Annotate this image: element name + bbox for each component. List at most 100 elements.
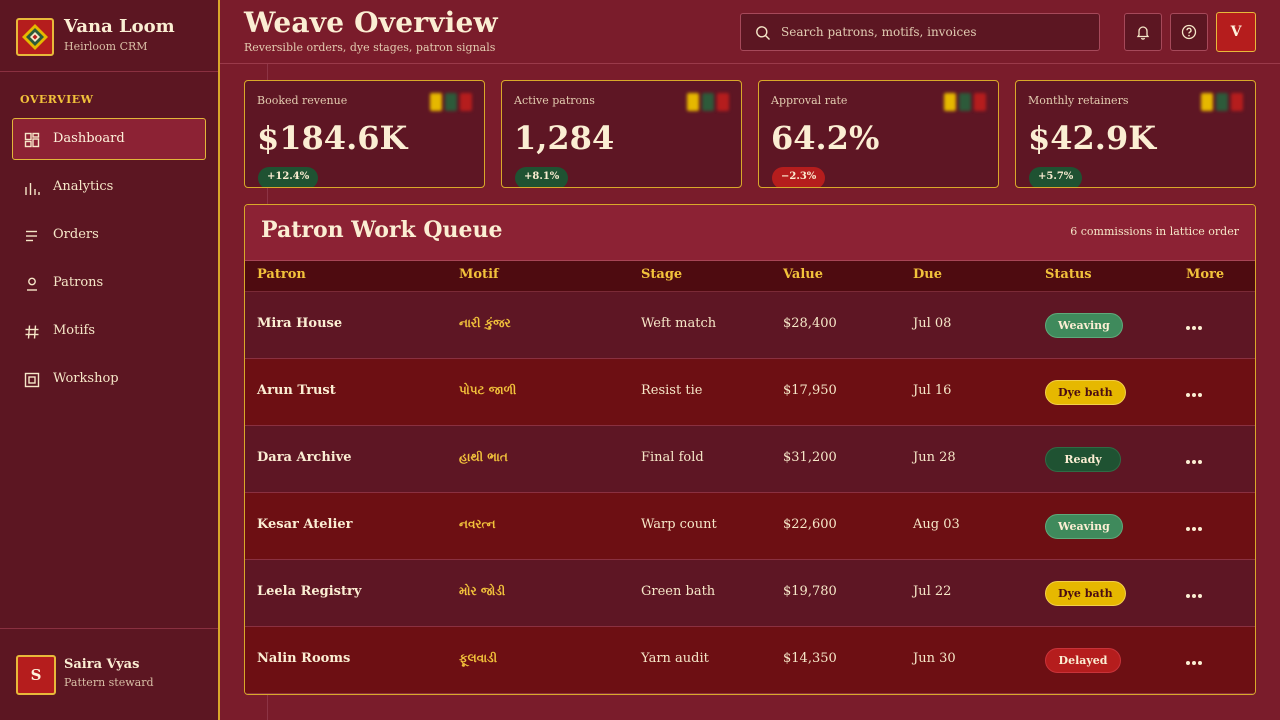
- cell-stage: Final fold: [641, 450, 704, 465]
- column-header-status[interactable]: Status: [1045, 267, 1092, 282]
- frame-icon: [24, 372, 40, 388]
- cell-due: Jun 30: [913, 651, 956, 666]
- kpi-label: Booked revenue: [257, 94, 348, 107]
- cell-value: $19,780: [783, 584, 837, 599]
- table-row[interactable]: Leela Registry મોર જોડી Green bath $19,780 J…: [245, 560, 1255, 627]
- cell-stage: Green bath: [641, 584, 716, 599]
- more-options-button[interactable]: [1183, 585, 1205, 605]
- cell-value: $28,400: [783, 316, 837, 331]
- user-icon: [27, 277, 37, 291]
- cell-stage: Resist tie: [641, 383, 703, 398]
- user-role: Pattern steward: [64, 676, 154, 689]
- search-input[interactable]: [781, 14, 1091, 50]
- kpi-value: $184.6K: [257, 119, 408, 157]
- table-row[interactable]: Nalin Rooms ફૂલવાડી Yarn audit $14,350 Jun 3…: [245, 627, 1255, 694]
- kpi-card[interactable]: Approval rate 64.2% −2.3%: [758, 80, 999, 188]
- brand[interactable]: Vana Loom Heirloom CRM: [16, 16, 206, 60]
- help-icon: [1181, 24, 1197, 40]
- cell-due: Jul 16: [913, 383, 952, 398]
- cell-patron[interactable]: Mira House: [257, 316, 342, 331]
- brand-subtitle: Heirloom CRM: [64, 40, 148, 53]
- dye-swatch-icon: [687, 93, 729, 111]
- cell-value: $22,600: [783, 517, 837, 532]
- user-profile[interactable]: S Saira Vyas Pattern steward: [16, 655, 206, 695]
- dye-swatch-icon: [1201, 93, 1243, 111]
- profile-button[interactable]: V: [1216, 12, 1256, 52]
- page-title: Weave Overview: [244, 6, 498, 39]
- search-box: [740, 13, 1100, 51]
- cell-patron[interactable]: Nalin Rooms: [257, 651, 350, 666]
- nav-section-label: OVERVIEW: [20, 93, 94, 106]
- cell-patron[interactable]: Leela Registry: [257, 584, 361, 599]
- table-row[interactable]: Arun Trust પોપટ જાળી Resist tie $17,950 Jul …: [245, 359, 1255, 426]
- kpi-card[interactable]: Booked revenue $184.6K +12.4%: [244, 80, 485, 188]
- more-options-button[interactable]: [1183, 652, 1205, 672]
- cell-motif: ફૂલવાડી: [459, 651, 498, 665]
- status-badge: Weaving: [1045, 514, 1123, 539]
- cell-value: $17,950: [783, 383, 837, 398]
- top-bar: Weave Overview Reversible orders, dye st…: [220, 0, 1280, 64]
- sidebar-item-motifs[interactable]: Motifs: [12, 310, 206, 352]
- sidebar-nav: Dashboard Analytics Orders Patrons Motif…: [12, 118, 206, 406]
- table-row[interactable]: Dara Archive હાથી ભાત Final fold $31,200 Jun…: [245, 426, 1255, 493]
- kpi-card[interactable]: Monthly retainers $42.9K +5.7%: [1015, 80, 1256, 188]
- page-subtitle: Reversible orders, dye stages, patron si…: [244, 41, 496, 54]
- cell-stage: Weft match: [641, 316, 717, 331]
- brand-name: Vana Loom: [64, 16, 175, 37]
- kpi-value: 1,284: [514, 119, 615, 157]
- help-button[interactable]: [1170, 13, 1208, 51]
- column-header-value[interactable]: Value: [783, 267, 823, 282]
- notifications-button[interactable]: [1124, 13, 1162, 51]
- search-icon: [756, 26, 770, 40]
- work-queue-card: Patron Work Queue 6 commissions in latti…: [244, 204, 1256, 695]
- table-row[interactable]: Kesar Atelier નવરત્ન Warp count $22,600 Aug …: [245, 493, 1255, 560]
- column-header-patron[interactable]: Patron: [257, 267, 306, 282]
- sidebar-item-patrons[interactable]: Patrons: [12, 262, 206, 304]
- sidebar-item-analytics[interactable]: Analytics: [12, 166, 206, 208]
- more-options-button[interactable]: [1183, 518, 1205, 538]
- app-root: Vana Loom Heirloom CRM OVERVIEW Dashboar…: [0, 0, 1280, 720]
- table-row[interactable]: Mira House નારી કુંજર Weft match $28,400 Jul…: [245, 292, 1255, 359]
- status-badge: Dye bath: [1045, 581, 1126, 606]
- column-header-motif[interactable]: Motif: [459, 267, 499, 282]
- cell-stage: Warp count: [641, 517, 717, 532]
- status-badge: Weaving: [1045, 313, 1123, 338]
- work-queue-header: Patron Work Queue 6 commissions in latti…: [245, 205, 1255, 261]
- cell-motif: મોર જોડી: [459, 584, 506, 598]
- cell-motif: હાથી ભાત: [459, 450, 508, 464]
- column-header-more: More: [1186, 267, 1225, 282]
- dye-swatch-icon: [430, 93, 472, 111]
- cell-motif: પોપટ જાળી: [459, 383, 517, 397]
- kpi-card[interactable]: Active patrons 1,284 +8.1%: [501, 80, 742, 188]
- more-options-button[interactable]: [1183, 317, 1205, 337]
- more-options-button[interactable]: [1183, 384, 1205, 404]
- more-options-button[interactable]: [1183, 451, 1205, 471]
- kpi-delta-badge: +8.1%: [515, 167, 569, 187]
- sidebar-item-label: Orders: [53, 227, 99, 242]
- bell-icon: [1136, 26, 1150, 40]
- cell-patron[interactable]: Dara Archive: [257, 450, 352, 465]
- cell-patron[interactable]: Arun Trust: [257, 383, 336, 398]
- status-badge: Dye bath: [1045, 380, 1126, 405]
- user-name: Saira Vyas: [64, 657, 140, 672]
- cell-motif: નવરત્ન: [459, 517, 496, 531]
- sidebar-item-dashboard[interactable]: Dashboard: [12, 118, 206, 160]
- sidebar-item-label: Workshop: [53, 371, 119, 386]
- sidebar-divider: [0, 628, 218, 629]
- cell-motif: નારી કુંજર: [459, 316, 511, 330]
- sidebar-item-orders[interactable]: Orders: [12, 214, 206, 256]
- cell-patron[interactable]: Kesar Atelier: [257, 517, 353, 532]
- kpi-value: 64.2%: [771, 119, 880, 157]
- cell-value: $14,350: [783, 651, 837, 666]
- column-header-stage[interactable]: Stage: [641, 267, 682, 282]
- kpi-label: Monthly retainers: [1028, 94, 1129, 107]
- bar-chart-icon: [25, 183, 40, 195]
- cell-value: $31,200: [783, 450, 837, 465]
- kpi-delta-badge: +5.7%: [1029, 167, 1083, 187]
- cell-stage: Yarn audit: [641, 651, 709, 666]
- dye-swatch-icon: [944, 93, 986, 111]
- cell-due: Jul 22: [913, 584, 952, 599]
- table-body: Mira House નારી કુંજર Weft match $28,400 Jul…: [245, 292, 1255, 694]
- column-header-due[interactable]: Due: [913, 267, 942, 282]
- sidebar-item-workshop[interactable]: Workshop: [12, 358, 206, 400]
